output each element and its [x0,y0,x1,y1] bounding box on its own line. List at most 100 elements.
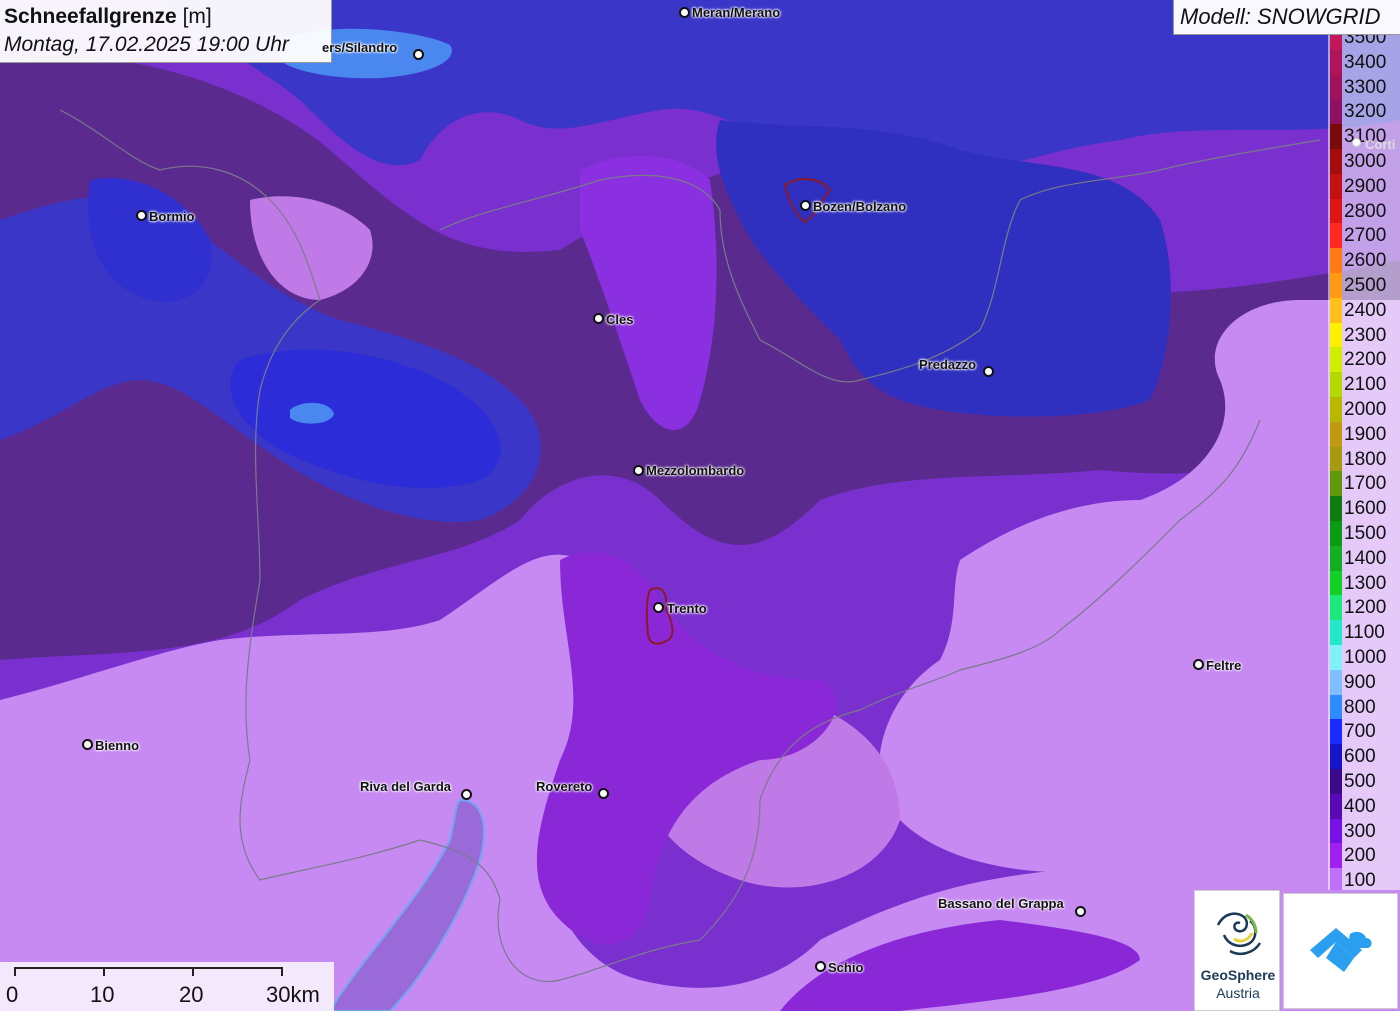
legend-label: 700 [1344,721,1376,743]
city-label[interactable]: Bormio [149,209,195,224]
legend-swatch [1330,198,1342,224]
scale-tick [192,967,194,976]
legend-item: 800 [1328,694,1400,720]
legend-item: 2700 [1328,223,1400,249]
legend-item: 2100 [1328,372,1400,397]
legend-label: 900 [1344,671,1376,693]
city-label[interactable]: Rovereto [536,779,592,794]
city-marker[interactable] [82,739,93,750]
city-label[interactable]: Corti [1365,137,1395,152]
city-marker[interactable] [679,7,690,18]
city-marker[interactable] [598,788,609,799]
geosphere-logo[interactable]: GeoSphere Austria [1194,890,1280,1011]
legend-swatch [1330,35,1342,50]
map-datetime: Montag, 17.02.2025 19:00 Uhr [4,33,289,56]
city-marker[interactable] [1193,659,1204,670]
legend-label: 1800 [1344,448,1387,470]
city-marker[interactable] [983,366,994,377]
city-marker[interactable] [136,210,147,221]
snowline-map[interactable] [0,0,1400,1011]
legend-item: 3300 [1328,74,1400,100]
legend-label: 1300 [1344,572,1387,594]
legend-label: 2600 [1344,250,1387,272]
city-marker[interactable] [633,465,644,476]
legend-item: 1000 [1328,645,1400,670]
legend-item: 300 [1328,818,1400,844]
city-label[interactable]: Bienno [95,738,139,753]
app-logo[interactable] [1283,893,1398,1009]
city-marker[interactable] [461,789,472,800]
scale-label-10: 10 [90,982,115,1007]
legend-swatch [1330,347,1342,373]
cloud-arrow-icon [1310,928,1372,972]
legend-label: 1200 [1344,597,1387,619]
city-label[interactable]: Predazzo [919,357,976,372]
city-marker[interactable] [800,200,811,211]
city-label[interactable]: Feltre [1206,658,1241,673]
legend-label: 1600 [1344,498,1387,520]
legend-item: 1200 [1328,595,1400,621]
legend-label: 300 [1344,820,1376,842]
city-label[interactable]: Trento [667,601,707,616]
legend-item: 2300 [1328,322,1400,348]
legend-swatch [1330,149,1342,174]
legend-swatch [1330,694,1342,720]
legend-label: 1100 [1344,622,1385,644]
legend-swatch [1330,446,1342,472]
city-label[interactable]: Riva del Garda [360,779,451,794]
legend-label: 2400 [1344,299,1387,321]
city-marker[interactable] [413,49,424,60]
color-legend: 3500 3400 3300 3200 3100 3000 2900 2800 2700 2600… [1328,35,1400,890]
legend-item: 500 [1328,769,1400,794]
legend-swatch [1330,645,1342,670]
legend-swatch [1330,74,1342,100]
legend-swatch [1330,521,1342,546]
city-label[interactable]: Bozen/Bolzano [813,199,906,214]
city-label[interactable]: Mezzolombardo [646,463,744,478]
legend-label: 1000 [1344,647,1387,668]
legend-item: 1700 [1328,471,1400,497]
geosphere-icon [1216,912,1262,955]
city-marker[interactable] [653,602,664,613]
legend-label: 2300 [1344,324,1387,346]
city-marker[interactable] [1075,906,1086,917]
legend-item: 3400 [1328,49,1400,75]
map-title: Schneefallgrenze [m] [4,5,212,28]
city-label[interactable]: Schio [828,960,863,975]
city-label[interactable]: Meran/Merano [692,5,780,20]
legend-item: 1100 [1328,620,1400,645]
legend-swatch [1330,223,1342,249]
city-marker[interactable] [593,313,604,324]
legend-label: 1400 [1344,547,1387,569]
legend-item: 2900 [1328,173,1400,199]
scale-line [14,967,282,969]
map-title-box: Schneefallgrenze [m] Montag, 17.02.2025 … [0,0,332,63]
city-marker[interactable] [1352,138,1361,147]
legend-item: 1300 [1328,570,1400,596]
legend-swatch [1330,297,1342,323]
city-label[interactable]: Bassano del Grappa [938,896,1064,911]
city-marker[interactable] [815,961,826,972]
legend-item: 1600 [1328,496,1400,521]
legend-swatch [1330,669,1342,695]
scale-tick [14,967,16,976]
legend-item: 1900 [1328,421,1400,447]
legend-swatch [1330,793,1342,819]
legend-item: 3000 [1328,149,1400,174]
legend-label: 600 [1344,746,1376,768]
legend-item: 1800 [1328,446,1400,472]
legend-swatch [1330,570,1342,596]
legend-label: 2700 [1344,225,1387,247]
legend-item: 3500 [1328,35,1400,50]
legend-label: 2200 [1344,349,1387,371]
legend-item: 2400 [1328,297,1400,323]
legend-label: 3000 [1344,151,1387,172]
legend-swatch [1330,620,1342,645]
geosphere-subtext: Austria [1216,985,1260,1001]
scale-bar: 0 10 20 30km [0,962,334,1011]
legend-swatch [1330,322,1342,348]
legend-swatch [1330,595,1342,621]
city-label[interactable]: Cles [606,312,633,327]
legend-label: 100 [1344,870,1376,890]
city-label[interactable]: ers/Silandro [322,40,397,55]
